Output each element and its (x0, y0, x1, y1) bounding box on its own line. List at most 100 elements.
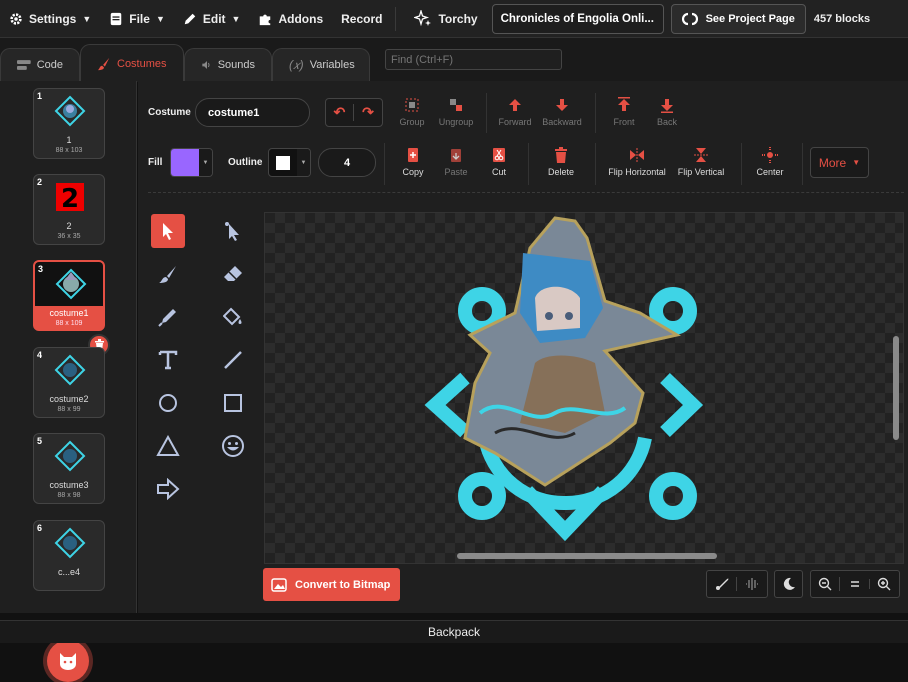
ungroup-label: Ungroup (438, 117, 474, 127)
costume-thumbnail: 2 (56, 183, 84, 214)
pen-tool[interactable] (151, 300, 185, 334)
tab-sounds[interactable]: Sounds (184, 48, 272, 81)
undo-button[interactable]: ↶ (326, 104, 355, 121)
tab-costumes[interactable]: Costumes (80, 44, 184, 82)
redo-button[interactable]: ↷ (354, 104, 382, 121)
select-tool[interactable] (151, 214, 185, 248)
outline-width-input[interactable]: 4 (318, 148, 376, 177)
gear-icon (10, 12, 22, 25)
fill-label: Fill (148, 157, 163, 168)
see-project-label: See Project Page (705, 12, 795, 25)
costume-thumbnail (54, 95, 86, 127)
project-title-field[interactable]: Chronicles of Engolia Onli... (491, 3, 664, 34)
flip-vertical-icon (694, 148, 708, 162)
sparkle-icon (414, 9, 432, 26)
toolbar-divider (802, 143, 803, 185)
choose-costume-button[interactable] (47, 640, 89, 682)
fill-swatch (171, 149, 199, 176)
rectangle-tool[interactable] (216, 386, 250, 420)
caret-down-icon: ▼ (852, 158, 861, 167)
more-label: More (818, 155, 847, 170)
menu-divider (395, 6, 397, 31)
backpack-label: Backpack (427, 625, 481, 639)
fill-color-picker[interactable]: ▼ (170, 148, 213, 177)
zoom-out-button[interactable] (811, 577, 841, 591)
sticker-tool[interactable] (216, 429, 250, 463)
eraser-tool[interactable] (216, 257, 250, 291)
dark-mode-button[interactable] (774, 570, 803, 598)
costume-name-value: costume1 (208, 106, 260, 119)
zoom-in-button[interactable] (870, 577, 899, 591)
find-input[interactable] (385, 49, 562, 70)
center-label: Center (756, 167, 784, 177)
drawing-canvas[interactable] (264, 212, 904, 564)
torchy-button[interactable]: Torchy (400, 0, 491, 38)
cut-button[interactable]: Cut (469, 147, 529, 177)
delete-label: Delete (547, 167, 574, 177)
zoom-reset-button[interactable] (840, 579, 870, 589)
backward-button[interactable]: Backward (532, 97, 592, 127)
text-tool[interactable] (151, 343, 185, 377)
costume-item-selected[interactable]: 3 costume1 88 x 109 (33, 260, 105, 331)
costume-name: 1 (66, 135, 72, 145)
reshape-tool[interactable] (216, 214, 250, 248)
costume-size: 88 x 98 (57, 492, 81, 499)
tab-variables-label: Variables (309, 59, 355, 71)
eraser-icon (224, 266, 242, 281)
ungroup-button[interactable]: Ungroup (426, 97, 486, 127)
pencil-icon (184, 13, 196, 24)
back-button[interactable]: Back (637, 97, 697, 127)
horizontal-scrollbar[interactable] (457, 553, 717, 559)
ungroup-icon (450, 99, 462, 111)
convert-to-bitmap-button[interactable]: Convert to Bitmap (263, 568, 400, 601)
flip-horizontal-label: Flip Horizontal (608, 167, 666, 177)
arrow-down-icon (556, 99, 568, 111)
costume-name-input[interactable]: costume1 (195, 98, 310, 127)
code-icon (17, 60, 31, 70)
text-icon (158, 350, 178, 370)
costume-item[interactable]: 5 costume3 88 x 98 (33, 433, 105, 504)
tab-costumes-label: Costumes (117, 57, 167, 70)
flip-vertical-button[interactable]: Flip Vertical (668, 147, 734, 177)
settings-menu[interactable]: Settings ▼ (0, 0, 100, 38)
more-button[interactable]: More ▼ (810, 147, 869, 178)
file-menu[interactable]: File ▼ (100, 0, 174, 38)
outline-color-picker[interactable]: ▼ (268, 148, 311, 177)
copy-icon (408, 148, 418, 162)
circle-tool[interactable] (151, 386, 185, 420)
waveform-button[interactable] (737, 577, 767, 591)
rectangle-icon (224, 394, 242, 412)
costume-item[interactable]: 2 2 2 36 x 35 (33, 174, 105, 245)
costume-item[interactable]: 4 costume2 88 x 99 (33, 347, 105, 418)
arrow-tool[interactable] (151, 472, 185, 506)
record-menu[interactable]: Record (332, 0, 391, 38)
flip-horizontal-button[interactable]: Flip Horizontal (598, 147, 676, 177)
tab-code[interactable]: Code (0, 48, 80, 81)
rocket-button[interactable] (707, 577, 738, 591)
line-tool[interactable] (216, 343, 250, 377)
addons-menu[interactable]: Addons (249, 0, 332, 38)
costume-number: 2 (37, 177, 43, 187)
triangle-tool[interactable] (151, 429, 185, 463)
vertical-scrollbar[interactable] (893, 336, 899, 440)
addons-label: Addons (278, 11, 324, 26)
backpack-bar[interactable]: Backpack (0, 620, 908, 643)
edit-label: Edit (202, 11, 226, 26)
line-icon (224, 351, 242, 369)
center-button[interactable]: Center (740, 147, 800, 177)
edit-menu[interactable]: Edit ▼ (174, 0, 250, 38)
paste-label: Paste (444, 167, 468, 177)
delete-button[interactable]: Delete (531, 147, 591, 177)
brush-tool[interactable] (151, 257, 185, 291)
tab-variables[interactable]: (𝑥) Variables (272, 48, 370, 81)
paint-editor: Costume costume1 ↶ ↷ Group Ungroup Forwa… (138, 81, 908, 613)
costume-item[interactable]: 1 1 88 x 103 (33, 88, 105, 159)
costume-item[interactable]: 6 c...e4 (33, 520, 105, 591)
see-project-page-button[interactable]: See Project Page (670, 3, 806, 34)
editor-tabs: Code Costumes Sounds (𝑥) Variables (0, 38, 908, 82)
costume-size: 88 x 103 (55, 147, 83, 154)
costume-name: costume3 (49, 480, 89, 490)
flip-vertical-label: Flip Vertical (677, 167, 725, 177)
cut-label: Cut (491, 167, 506, 177)
fill-tool[interactable] (216, 300, 250, 334)
